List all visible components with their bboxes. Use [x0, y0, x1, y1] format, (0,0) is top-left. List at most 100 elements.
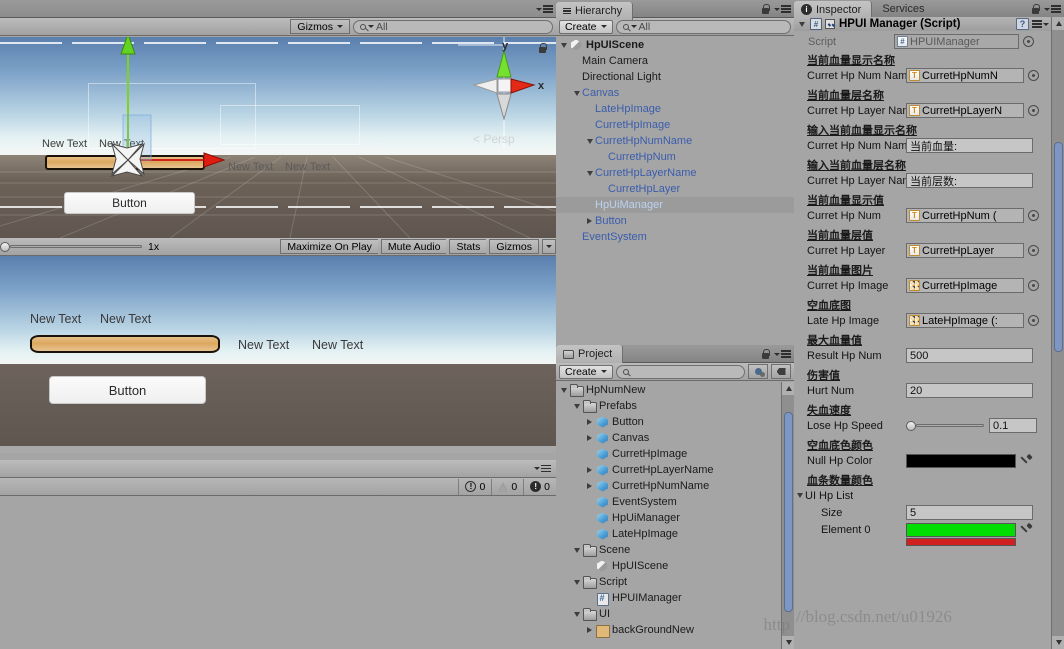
component-menu-icon[interactable] — [1032, 18, 1049, 30]
hierarchy-create-button[interactable]: Create — [559, 19, 613, 34]
object-picker-icon[interactable] — [1028, 70, 1039, 81]
scene-viewport[interactable]: New Text New Text New Text New Text Butt… — [0, 37, 556, 238]
project-lock-icon[interactable] — [761, 348, 770, 360]
project-scrollbar[interactable] — [781, 382, 795, 649]
tree-row[interactable]: CurretHpNumName — [556, 133, 794, 149]
foldout-open-icon[interactable] — [558, 387, 569, 393]
console-error-count[interactable]: ! 0 — [458, 478, 491, 495]
slider-track[interactable] — [916, 424, 984, 427]
tree-row[interactable]: Script — [556, 574, 781, 590]
inspector-scroll-up-arrow[interactable] — [1052, 17, 1064, 30]
scene-gizmos-dropdown[interactable]: Gizmos — [290, 19, 350, 34]
foldout-open-icon[interactable] — [571, 611, 582, 617]
eyedropper-icon[interactable] — [1019, 523, 1033, 537]
tree-row[interactable]: HpNumNew — [556, 382, 781, 398]
stats-button[interactable]: Stats — [449, 239, 487, 254]
foldout-closed-icon[interactable] — [584, 435, 595, 441]
object-field[interactable]: T CurretHpNumN — [906, 68, 1024, 83]
tree-row[interactable]: HPUIManager — [556, 590, 781, 606]
tree-row[interactable]: UI — [556, 606, 781, 622]
component-header[interactable]: # HPUI Manager (Script) ? — [794, 17, 1051, 31]
tree-row[interactable]: CurretHpNumName — [556, 478, 781, 494]
tree-row[interactable]: CurretHpImage — [556, 446, 781, 462]
tree-row[interactable]: CurretHpLayer — [556, 181, 794, 197]
hierarchy-menu-icon[interactable] — [774, 5, 791, 13]
tree-row[interactable]: Prefabs — [556, 398, 781, 414]
component-foldout-arrow[interactable] — [796, 21, 807, 27]
help-icon[interactable]: ? — [1016, 18, 1029, 30]
object-field[interactable]: T CurretHpNum ( — [906, 208, 1024, 223]
object-picker-icon[interactable] — [1028, 210, 1039, 221]
project-scroll-thumb[interactable] — [784, 412, 793, 612]
console-log-count[interactable]: ! 0 — [523, 478, 556, 495]
tree-row[interactable]: backGroundNew — [556, 622, 781, 638]
object-picker-icon[interactable] — [1028, 280, 1039, 291]
foldout-open-icon[interactable] — [558, 42, 569, 48]
foldout-open-icon[interactable] — [571, 547, 582, 553]
game-viewport[interactable]: New Text New Text New Text New Text Butt… — [0, 256, 556, 453]
tree-row[interactable]: HpUIScene — [556, 558, 781, 574]
tree-row[interactable]: Directional Light — [556, 69, 794, 85]
game-button[interactable]: Button — [49, 376, 206, 404]
maximize-on-play-button[interactable]: Maximize On Play — [280, 239, 378, 254]
mute-audio-button[interactable]: Mute Audio — [380, 239, 447, 254]
object-field[interactable]: T CurretHpLayerN — [906, 103, 1024, 118]
foldout-closed-icon[interactable] — [584, 467, 595, 473]
project-tree[interactable]: HpNumNew Prefabs Button Canvas CurretHpImage… — [556, 382, 781, 649]
scene-view-tab-menu[interactable] — [536, 1, 553, 17]
foldout-open-icon[interactable] — [584, 170, 595, 176]
list-element1-color-swatch[interactable] — [906, 538, 1016, 546]
game-scale-slider[interactable]: 1x — [0, 241, 277, 253]
component-enabled-checkbox[interactable] — [825, 19, 835, 29]
console-warning-count[interactable]: 0 — [491, 478, 523, 495]
object-field[interactable]: CurretHpImage — [906, 278, 1024, 293]
object-picker-icon[interactable] — [1028, 315, 1039, 326]
inspector-lock-icon[interactable] — [1031, 3, 1040, 15]
filter-by-type-button[interactable] — [748, 364, 768, 379]
object-field[interactable]: T CurretHpLayer — [906, 243, 1024, 258]
tree-row[interactable]: Canvas — [556, 85, 794, 101]
color-swatch[interactable] — [906, 453, 1016, 468]
inspector-scroll-thumb[interactable] — [1054, 142, 1063, 352]
hierarchy-tree[interactable]: HpUIScene Main Camera Directional Light Can… — [556, 37, 794, 345]
text-input[interactable]: 当前层数: — [906, 173, 1033, 188]
scene-button[interactable]: Button — [64, 192, 195, 214]
console-log-area[interactable] — [0, 513, 556, 649]
game-gizmos-button[interactable]: Gizmos — [489, 239, 539, 254]
foldout-open-icon[interactable] — [571, 403, 582, 409]
object-picker-icon[interactable] — [1028, 105, 1039, 116]
game-gizmos-dropdown[interactable] — [542, 239, 556, 254]
object-picker-icon[interactable] — [1028, 245, 1039, 256]
object-field[interactable]: LateHpImage (: — [906, 313, 1024, 328]
inspector-scroll-down-arrow[interactable] — [1052, 636, 1064, 649]
foldout-closed-icon[interactable] — [584, 218, 595, 224]
list-foldout-icon[interactable] — [794, 493, 805, 498]
tree-row[interactable]: Button — [556, 414, 781, 430]
foldout-open-icon[interactable] — [571, 90, 582, 96]
slider-value-input[interactable]: 0.1 — [989, 418, 1037, 433]
foldout-open-icon[interactable] — [571, 579, 582, 585]
hierarchy-lock-icon[interactable] — [761, 3, 770, 15]
tree-row[interactable]: EventSystem — [556, 494, 781, 510]
foldout-open-icon[interactable] — [584, 138, 595, 144]
list-size-input[interactable]: 5 — [906, 505, 1033, 520]
slider-control[interactable] — [906, 420, 984, 431]
foldout-closed-icon[interactable] — [584, 419, 595, 425]
text-input[interactable]: 500 — [906, 348, 1033, 363]
script-field-value[interactable]: # HPUIManager — [894, 34, 1019, 49]
script-picker-icon[interactable] — [1023, 36, 1034, 47]
scene-persp-label[interactable]: < Persp — [473, 132, 515, 146]
tree-row[interactable]: CurretHpImage — [556, 117, 794, 133]
transform-gizmo[interactable] — [60, 37, 260, 192]
tree-row[interactable]: HpUIScene — [556, 37, 794, 53]
tree-row[interactable]: Canvas — [556, 430, 781, 446]
scene-search-input[interactable]: All — [353, 19, 553, 34]
tree-row[interactable]: EventSystem — [556, 229, 794, 245]
foldout-closed-icon[interactable] — [584, 627, 595, 633]
tree-row[interactable]: LateHpImage — [556, 101, 794, 117]
tree-row[interactable]: HpUiManager — [556, 510, 781, 526]
text-input[interactable]: 当前血量: — [906, 138, 1033, 153]
slider-knob[interactable] — [906, 420, 916, 431]
project-search-input[interactable] — [615, 364, 745, 379]
text-input[interactable]: 20 — [906, 383, 1033, 398]
